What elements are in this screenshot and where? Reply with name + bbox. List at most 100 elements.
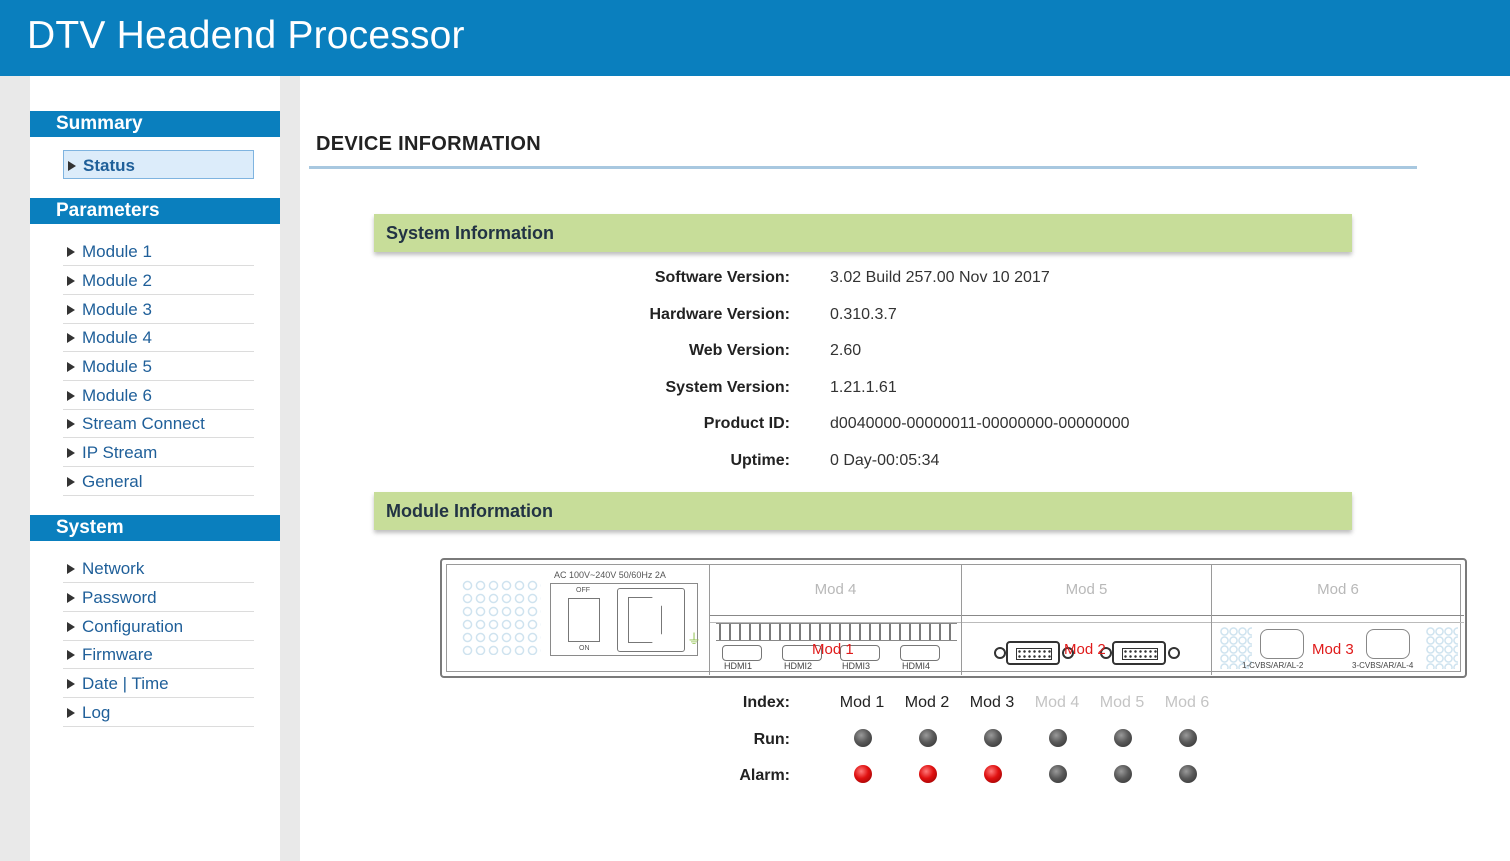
triangle-right-icon bbox=[67, 564, 75, 574]
sidebar-item-module-5[interactable]: Module 5 bbox=[63, 352, 254, 381]
sidebar-section-summary: Summary bbox=[30, 111, 280, 137]
slot-label: Mod 6 bbox=[1317, 581, 1359, 598]
sidebar-item-label: Status bbox=[83, 156, 135, 175]
sidebar-item-label: Module 6 bbox=[82, 386, 152, 405]
screw-icon bbox=[1168, 647, 1180, 659]
slot-divider bbox=[962, 615, 1211, 623]
app-title: DTV Headend Processor bbox=[27, 14, 465, 57]
run-led-mod-2 bbox=[919, 729, 937, 747]
middle-gutter bbox=[280, 76, 300, 861]
system-version-label: System Version: bbox=[665, 379, 791, 396]
index-mod-1: Mod 1 bbox=[839, 694, 885, 711]
sidebar-item-label: Date | Time bbox=[82, 674, 169, 693]
sidebar-item-label: Stream Connect bbox=[82, 414, 205, 433]
sidebar-item-label: Module 4 bbox=[82, 328, 152, 347]
hdmi-label: HDMI2 bbox=[784, 661, 813, 671]
cvbs-port-icon bbox=[1366, 629, 1410, 659]
slot-mod-4: Mod 4 HDMI1 HDMI2 HDMI3 HDMI4 Mod 1 bbox=[710, 565, 962, 675]
run-led-mod-6 bbox=[1179, 729, 1197, 747]
cvbs-label: 1-CVBS/AR/AL-2 bbox=[1242, 661, 1304, 670]
mod-2-overlay-label: Mod 2 bbox=[1064, 641, 1106, 658]
triangle-right-icon bbox=[67, 622, 75, 632]
sidebar-item-log[interactable]: Log bbox=[63, 698, 254, 727]
sidebar-item-label: IP Stream bbox=[82, 443, 158, 462]
product-id-label: Product ID: bbox=[703, 415, 790, 432]
slot-label: Mod 4 bbox=[814, 581, 857, 598]
sidebar-item-label: Log bbox=[82, 703, 111, 722]
hdmi-label: HDMI4 bbox=[902, 661, 931, 671]
sidebar-section-parameters: Parameters bbox=[30, 198, 280, 224]
alarm-label: Alarm: bbox=[739, 767, 790, 784]
web-version-label: Web Version: bbox=[688, 342, 790, 359]
index-mod-6: Mod 6 bbox=[1164, 694, 1210, 711]
index-mod-5: Mod 5 bbox=[1099, 694, 1145, 711]
left-gutter bbox=[0, 76, 30, 861]
sidebar-item-module-6[interactable]: Module 6 bbox=[63, 381, 254, 410]
triangle-right-icon bbox=[67, 247, 75, 257]
hdmi-connector-strip bbox=[716, 623, 957, 641]
run-led-mod-3 bbox=[984, 729, 1002, 747]
hdmi-module: HDMI1 HDMI2 HDMI3 HDMI4 Mod 1 bbox=[710, 623, 961, 675]
device-panel-frame: AC 100V~240V 50/60Hz 2A OFF ON ⏚ Mod 4 H… bbox=[446, 564, 1464, 675]
sidebar-item-general[interactable]: General bbox=[63, 467, 254, 496]
sidebar-item-label: General bbox=[82, 472, 143, 491]
sidebar-item-label: Module 3 bbox=[82, 300, 152, 319]
ground-icon: ⏚ bbox=[687, 631, 701, 647]
hardware-version-value: 0.310.3.7 bbox=[830, 306, 897, 323]
software-version-value: 3.02 Build 257.00 Nov 10 2017 bbox=[830, 269, 1050, 286]
module-information-header: Module Information bbox=[374, 492, 1352, 530]
screw-icon bbox=[994, 647, 1006, 659]
sidebar-item-configuration[interactable]: Configuration bbox=[63, 612, 254, 641]
vga-module: Mod 2 bbox=[962, 623, 1211, 675]
sidebar-item-ip-stream[interactable]: IP Stream bbox=[63, 438, 254, 467]
vga-port-icon bbox=[1112, 641, 1166, 665]
run-led-mod-5 bbox=[1114, 729, 1132, 747]
app-root: DTV Headend Processor Summary Status Par… bbox=[0, 0, 1510, 861]
triangle-right-icon bbox=[67, 650, 75, 660]
slot-mod-6: Mod 6 1-CVBS/AR/AL-2 3-CVBS/AR/AL-4 Mod … bbox=[1212, 565, 1464, 675]
cvbs-port-icon bbox=[1260, 629, 1304, 659]
power-socket-icon bbox=[617, 588, 685, 652]
alarm-led-mod-1 bbox=[854, 765, 872, 783]
vga-port-icon bbox=[1006, 641, 1060, 665]
web-version-value: 2.60 bbox=[830, 342, 862, 359]
triangle-right-icon bbox=[67, 362, 75, 372]
sidebar-item-module-1[interactable]: Module 1 bbox=[63, 237, 254, 266]
switch-on-label: ON bbox=[579, 645, 590, 652]
sidebar-item-firmware[interactable]: Firmware bbox=[63, 640, 254, 669]
index-label: Index: bbox=[742, 694, 790, 711]
run-led-mod-4 bbox=[1049, 729, 1067, 747]
sidebar-item-module-4[interactable]: Module 4 bbox=[63, 323, 254, 352]
system-version-value: 1.21.1.61 bbox=[830, 379, 897, 396]
power-switch-icon bbox=[568, 598, 600, 642]
sidebar-item-module-3[interactable]: Module 3 bbox=[63, 295, 254, 324]
index-mod-2: Mod 2 bbox=[904, 694, 950, 711]
triangle-right-icon bbox=[68, 161, 76, 171]
sidebar-item-label: Module 2 bbox=[82, 271, 152, 290]
sidebar-item-module-2[interactable]: Module 2 bbox=[63, 266, 254, 295]
triangle-right-icon bbox=[67, 477, 75, 487]
sidebar-item-label: Network bbox=[82, 559, 145, 578]
power-supply-section: AC 100V~240V 50/60Hz 2A OFF ON ⏚ bbox=[447, 565, 710, 675]
sidebar-item-status[interactable]: Status bbox=[63, 150, 254, 179]
device-rear-panel: AC 100V~240V 50/60Hz 2A OFF ON ⏚ Mod 4 H… bbox=[440, 558, 1467, 678]
triangle-right-icon bbox=[67, 419, 75, 429]
sidebar-item-stream-connect[interactable]: Stream Connect bbox=[63, 409, 254, 438]
sidebar: Summary Status Parameters Module 1 Modul… bbox=[30, 76, 280, 861]
switch-off-label: OFF bbox=[576, 587, 590, 594]
triangle-right-icon bbox=[67, 305, 75, 315]
sidebar-item-date-time[interactable]: Date | Time bbox=[63, 669, 254, 698]
software-version-label: Software Version: bbox=[654, 269, 790, 286]
sidebar-item-password[interactable]: Password bbox=[63, 583, 254, 612]
hdmi-port-icon bbox=[722, 645, 762, 661]
system-information-header: System Information bbox=[374, 214, 1352, 252]
sidebar-item-label: Module 1 bbox=[82, 242, 152, 261]
uptime-label: Uptime: bbox=[730, 452, 790, 469]
sidebar-item-network[interactable]: Network bbox=[63, 554, 254, 583]
top-header-bar: DTV Headend Processor bbox=[0, 0, 1510, 76]
hardware-version-label: Hardware Version: bbox=[649, 306, 791, 323]
product-id-value: d0040000-00000011-00000000-00000000 bbox=[830, 415, 1130, 432]
alarm-led-mod-3 bbox=[984, 765, 1002, 783]
alarm-led-mod-4 bbox=[1049, 765, 1067, 783]
psu-rating-text: AC 100V~240V 50/60Hz 2A bbox=[554, 570, 666, 580]
